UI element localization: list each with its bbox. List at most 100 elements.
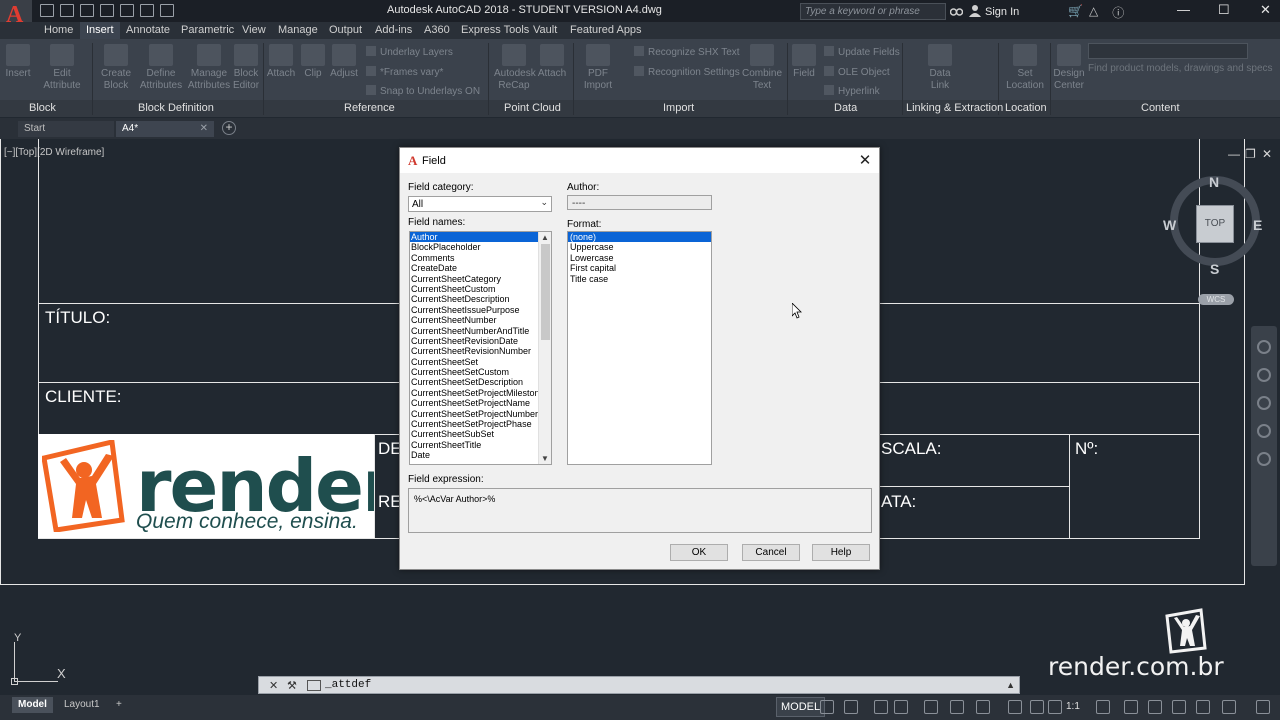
customize-wrench-icon[interactable]: ⚒ [287, 679, 297, 692]
annotation-visibility-icon[interactable] [1008, 700, 1022, 714]
attach-button[interactable]: Attach [266, 44, 296, 80]
panel-label-import[interactable]: Import [663, 102, 694, 114]
new-tab-button[interactable]: + [222, 121, 236, 135]
underlay-layers-button[interactable]: Underlay Layers [366, 46, 453, 58]
ole-object-button[interactable]: OLE Object [824, 66, 890, 78]
tab-layout1[interactable]: Layout1 [58, 697, 106, 713]
recognize-shx-text-button[interactable]: Recognize SHX Text [634, 46, 740, 58]
block-editor-button[interactable]: Block Editor [231, 44, 261, 92]
cart-icon[interactable]: 🛒 [1068, 4, 1083, 21]
content-search-input[interactable] [1088, 43, 1248, 59]
field-name-item[interactable]: Author [410, 232, 538, 243]
isolate-objects-icon[interactable] [1196, 700, 1210, 714]
field-name-item[interactable]: CurrentSheetSubSet [410, 429, 538, 439]
cancel-button[interactable]: Cancel [742, 544, 800, 561]
object-snap-icon[interactable] [976, 700, 990, 714]
compass-west[interactable]: W [1163, 217, 1176, 233]
annotation-scale-icon[interactable] [1048, 700, 1062, 714]
help-button[interactable]: Help [812, 544, 870, 561]
viewcube-top-face[interactable]: TOP [1196, 205, 1234, 243]
viewport-controls-label[interactable]: [−][Top][2D Wireframe] [4, 147, 104, 158]
field-name-item[interactable]: CurrentSheetSetDescription [410, 377, 538, 387]
scroll-thumb[interactable] [541, 244, 550, 340]
tab-a360[interactable]: A360 [424, 24, 450, 36]
field-name-item[interactable]: CurrentSheetRevisionDate [410, 336, 538, 346]
field-name-item[interactable]: CurrentSheetNumberAndTitle [410, 326, 538, 336]
annotation-scale-value[interactable]: 1:1 [1066, 701, 1080, 712]
panel-label-content[interactable]: Content [1141, 102, 1180, 114]
maximize-window-button[interactable]: ☐ [1218, 2, 1230, 18]
wcs-menu[interactable]: WCS [1198, 294, 1234, 305]
ortho-icon[interactable] [874, 700, 888, 714]
viewport-restore-button[interactable]: ❐ [1245, 147, 1256, 161]
command-text[interactable]: _attdef [325, 679, 371, 691]
snap-mode-icon[interactable] [844, 700, 858, 714]
panel-label-point-cloud[interactable]: Point Cloud [504, 102, 561, 114]
field-expression-box[interactable]: %<\AcVar Author>% [408, 488, 872, 533]
panel-label-block-definition[interactable]: Block Definition [138, 102, 214, 114]
search-input[interactable]: Type a keyword or phrase [800, 3, 946, 20]
sign-in-link[interactable]: Sign In [985, 6, 1019, 18]
tab-view[interactable]: View [242, 24, 266, 36]
clip-button[interactable]: Clip [300, 44, 326, 80]
attach-point-cloud-button[interactable]: Attach [536, 44, 568, 80]
field-category-select[interactable]: All ⌄ [408, 196, 552, 212]
autodesk-recap-button[interactable]: Autodesk ReCap [494, 44, 536, 92]
undo-icon[interactable] [140, 4, 154, 17]
combine-text-button[interactable]: Combine Text [740, 44, 784, 92]
object-snap-tracking-icon[interactable] [950, 700, 964, 714]
format-item[interactable]: Title case [568, 274, 711, 284]
file-tab-a4[interactable]: A4* ✕ [116, 121, 214, 137]
define-attributes-button[interactable]: Define Attributes [138, 44, 184, 92]
tab-annotate[interactable]: Annotate [126, 24, 170, 36]
format-item[interactable]: First capital [568, 263, 711, 273]
field-names-scrollbar[interactable]: ▲ ▼ [538, 232, 551, 464]
tab-parametric[interactable]: Parametric [181, 24, 234, 36]
field-name-item[interactable]: BlockPlaceholder [410, 242, 538, 252]
field-name-item[interactable]: CurrentSheetRevisionNumber [410, 346, 538, 356]
workspace-gear-icon[interactable] [1096, 700, 1110, 714]
viewport-close-button[interactable]: ✕ [1262, 147, 1272, 161]
compass-south[interactable]: S [1210, 261, 1219, 277]
field-name-item[interactable]: CurrentSheetCategory [410, 274, 538, 284]
command-line[interactable]: ✕ ⚒ _attdef ▲ [258, 676, 1020, 694]
file-tab-start[interactable]: Start [18, 121, 114, 137]
panel-label-location[interactable]: Location [1005, 102, 1047, 114]
scroll-up-icon[interactable]: ▲ [541, 233, 549, 242]
format-item[interactable]: Lowercase [568, 253, 711, 263]
set-location-button[interactable]: Set Location [1006, 44, 1044, 92]
author-value-field[interactable]: ---- [567, 195, 712, 210]
customization-icon[interactable] [1256, 700, 1270, 714]
tab-output[interactable]: Output [329, 24, 362, 36]
format-list[interactable]: (none) Uppercase Lowercase First capital Tit… [567, 231, 712, 465]
annotation-monitor-icon[interactable] [1124, 700, 1138, 714]
redo-icon[interactable] [160, 4, 174, 17]
field-name-item[interactable]: CurrentSheetSet [410, 357, 538, 367]
scroll-down-icon[interactable]: ▼ [541, 454, 549, 463]
binoculars-icon[interactable] [950, 5, 963, 16]
help-icon[interactable]: ⓘ [1112, 4, 1124, 21]
ok-button[interactable]: OK [670, 544, 728, 561]
quick-properties-icon[interactable] [1172, 700, 1186, 714]
zoom-icon[interactable] [1257, 396, 1271, 410]
plot-icon[interactable] [120, 4, 134, 17]
close-window-button[interactable]: ✕ [1260, 2, 1271, 18]
pan-icon[interactable] [1257, 368, 1271, 382]
steering-wheel-icon[interactable] [1257, 340, 1271, 354]
field-name-item[interactable]: CurrentSheetNumber [410, 315, 538, 325]
update-fields-button[interactable]: Update Fields [824, 46, 900, 58]
close-tab-icon[interactable]: ✕ [200, 123, 208, 134]
save-icon[interactable] [80, 4, 94, 17]
compass-north[interactable]: N [1209, 174, 1219, 190]
field-name-item[interactable]: CurrentSheetDescription [410, 294, 538, 304]
format-item[interactable]: (none) [568, 232, 711, 243]
polar-icon[interactable] [894, 700, 908, 714]
minimize-window-button[interactable]: — [1177, 2, 1190, 17]
field-name-item[interactable]: Comments [410, 253, 538, 263]
panel-label-block[interactable]: Block [29, 102, 56, 114]
field-name-item[interactable]: Date [410, 450, 538, 460]
design-center-button[interactable]: Design Center [1052, 44, 1086, 92]
save-as-icon[interactable] [100, 4, 114, 17]
model-space-button[interactable]: MODEL [776, 697, 826, 717]
field-name-item[interactable]: CurrentSheetIssuePurpose [410, 305, 538, 315]
